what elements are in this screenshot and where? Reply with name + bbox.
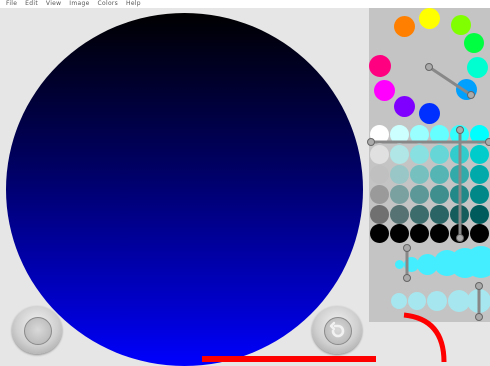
drawing-canvas[interactable] xyxy=(0,8,369,362)
menu-edit[interactable]: Edit xyxy=(25,0,38,7)
progress-bar xyxy=(202,356,376,362)
size-slider-handle[interactable] xyxy=(369,8,490,322)
undo-icon xyxy=(324,317,352,345)
menu-bar: File Edit View Image Colors Help xyxy=(0,0,490,8)
menu-colors[interactable]: Colors xyxy=(98,0,119,7)
menu-image[interactable]: Image xyxy=(69,0,89,7)
menu-view[interactable]: View xyxy=(46,0,61,7)
corner-arc-icon xyxy=(369,322,490,362)
reset-icon xyxy=(24,317,52,345)
reset-button[interactable] xyxy=(12,306,62,354)
color-preview-circle[interactable] xyxy=(6,13,363,366)
menu-help[interactable]: Help xyxy=(126,0,141,7)
undo-button[interactable] xyxy=(312,306,362,354)
lower-right-area xyxy=(369,322,490,362)
color-palette-panel xyxy=(369,8,490,322)
menu-file[interactable]: File xyxy=(6,0,17,7)
